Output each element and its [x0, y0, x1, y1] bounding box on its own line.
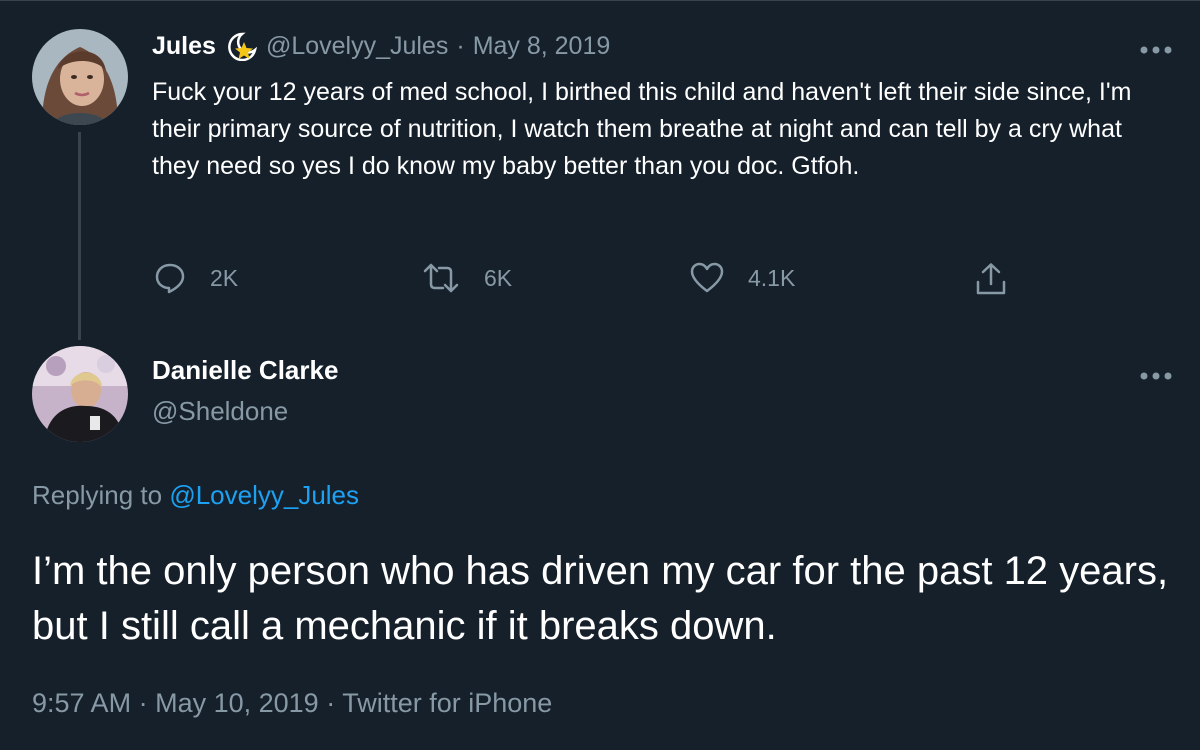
more-options-icon[interactable] — [1139, 42, 1173, 54]
top-divider — [0, 0, 1200, 1]
star-moon-emoji-icon — [224, 31, 260, 62]
original-tweet-header: Jules @Lovelyy_Jules · May 8, 2019 — [152, 31, 611, 62]
replying-to-mention[interactable]: @Lovelyy_Jules — [169, 480, 359, 510]
original-date[interactable]: May 8, 2019 — [473, 32, 611, 61]
reply-action[interactable]: 2K — [154, 262, 238, 294]
reply-icon — [155, 263, 185, 294]
more-options-icon[interactable] — [1139, 368, 1173, 380]
replying-to-line: Replying to @Lovelyy_Jules — [32, 480, 359, 511]
avatar-danielle-clarke[interactable] — [32, 346, 128, 442]
reply-meta-line: 9:57 AM · May 10, 2019 · Twitter for iPh… — [32, 688, 552, 719]
meta-separator: · — [138, 688, 148, 718]
reply-source[interactable]: Twitter for iPhone — [342, 688, 552, 718]
reply-handle[interactable]: @Sheldone — [152, 396, 288, 427]
share-action[interactable] — [974, 262, 1032, 296]
header-separator: · — [456, 31, 465, 60]
reply-tweet-text: I’m the only person who has driven my ca… — [32, 549, 1169, 648]
share-icon — [976, 263, 1006, 295]
heart-icon — [690, 262, 724, 293]
original-handle[interactable]: @Lovelyy_Jules — [266, 32, 448, 61]
reply-time[interactable]: 9:57 AM — [32, 688, 131, 718]
original-display-name[interactable]: Jules — [152, 32, 216, 61]
like-action[interactable]: 4.1K — [690, 262, 795, 294]
reply-date[interactable]: May 10, 2019 — [155, 688, 319, 718]
tweet-thread-page: Jules @Lovelyy_Jules · May 8, 2019 Fuck … — [0, 0, 1200, 750]
reply-display-name[interactable]: Danielle Clarke — [152, 355, 338, 386]
avatar-jules[interactable] — [32, 29, 128, 125]
meta-separator: · — [326, 688, 336, 718]
thread-connector-line — [78, 132, 81, 340]
original-tweet-text: Fuck your 12 years of med school, I birt… — [152, 78, 1132, 180]
retweet-icon — [423, 263, 459, 293]
retweet-count: 6K — [484, 264, 513, 291]
retweet-action[interactable]: 6K — [422, 262, 512, 294]
replying-to-label: Replying to — [32, 480, 163, 510]
reply-count: 2K — [210, 264, 239, 291]
like-count: 4.1K — [748, 264, 796, 291]
